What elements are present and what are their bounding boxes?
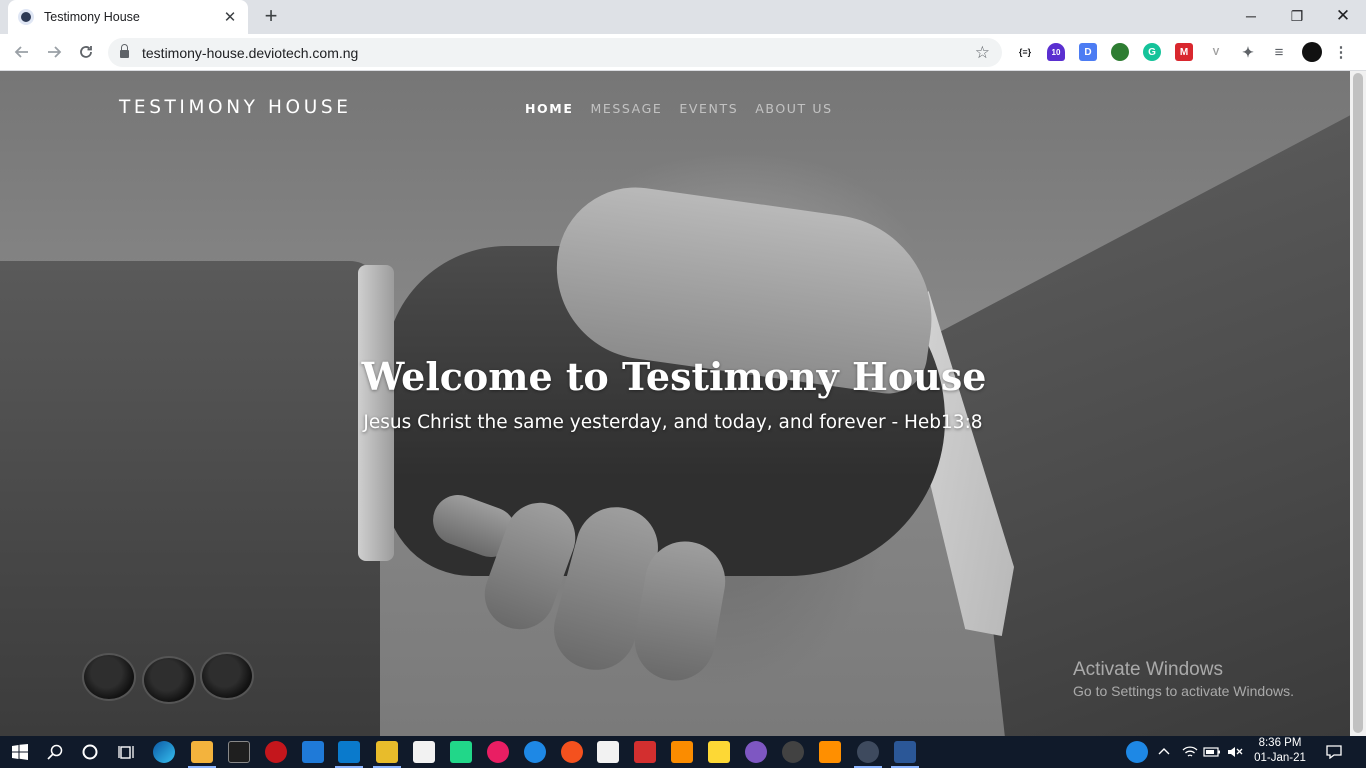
chrome-icon[interactable] xyxy=(857,741,879,763)
paint-app-icon[interactable] xyxy=(745,741,767,763)
hero-section: TESTIMONY HOUSE HOME MESSAGE EVENTS ABOU… xyxy=(0,71,1350,736)
tray-chevron-up-icon[interactable] xyxy=(1153,741,1175,763)
git-tool-icon[interactable] xyxy=(376,741,398,763)
tab-strip: Testimony House ✕ + ─ ❐ ✕ xyxy=(0,0,1366,34)
vscode-icon[interactable] xyxy=(338,741,360,763)
json-formatter-icon[interactable]: {≡} xyxy=(1014,43,1036,61)
menu-kebab-icon[interactable]: ⋮ xyxy=(1332,43,1350,61)
bookmark-star-icon[interactable]: ☆ xyxy=(975,43,990,63)
cortana-icon[interactable] xyxy=(79,741,101,763)
microsoft-store-icon[interactable] xyxy=(228,741,250,763)
nav-events[interactable]: EVENTS xyxy=(679,101,738,116)
teamviewer-icon[interactable] xyxy=(524,741,546,763)
handshake-image-sleeve-button xyxy=(142,656,196,704)
nav-home[interactable]: HOME xyxy=(525,101,573,116)
hero-subtitle: Jesus Christ the same yesterday, and tod… xyxy=(363,412,983,433)
activation-watermark-title: Activate Windows xyxy=(1073,659,1223,680)
mail-icon[interactable] xyxy=(302,741,324,763)
recorder-app-icon[interactable] xyxy=(561,741,583,763)
word-icon[interactable] xyxy=(894,741,916,763)
grammarly-icon[interactable]: G xyxy=(1143,43,1161,61)
scrollbar-thumb[interactable] xyxy=(1353,73,1363,733)
media-app-icon[interactable] xyxy=(265,741,287,763)
d-extension-icon[interactable]: D xyxy=(1079,43,1097,61)
task-view-icon[interactable] xyxy=(115,741,137,763)
notification-center-icon[interactable] xyxy=(1323,741,1345,763)
extensions-puzzle-icon[interactable]: ✦ xyxy=(1239,43,1257,61)
globe-extension-icon[interactable] xyxy=(1111,43,1129,61)
activation-watermark-text: Go to Settings to activate Windows. xyxy=(1073,683,1294,699)
reload-icon[interactable] xyxy=(72,38,100,66)
browser-toolbar: testimony-house.deviotech.com.ng ☆ {≡} 1… xyxy=(0,34,1366,71)
site-favicon-icon xyxy=(18,9,34,25)
clock-date[interactable]: 01-Jan-21 xyxy=(1252,752,1308,764)
new-tab-button[interactable]: + xyxy=(258,4,284,30)
mega-extension-icon[interactable]: M xyxy=(1175,43,1193,61)
minimize-button[interactable]: ─ xyxy=(1228,0,1274,32)
obs-icon[interactable] xyxy=(782,741,804,763)
site-logo[interactable]: TESTIMONY HOUSE xyxy=(119,97,351,118)
lock-icon[interactable] xyxy=(120,44,129,58)
help-tray-icon[interactable] xyxy=(1126,741,1148,763)
edge-browser-icon[interactable] xyxy=(153,741,175,763)
search-icon[interactable] xyxy=(44,741,66,763)
volume-muted-icon[interactable] xyxy=(1224,741,1246,763)
url-text[interactable]: testimony-house.deviotech.com.ng xyxy=(142,45,975,61)
tab-title: Testimony House xyxy=(44,10,140,24)
forward-arrow-icon[interactable] xyxy=(40,38,68,66)
nav-about-us[interactable]: ABOUT US xyxy=(755,101,832,116)
address-bar[interactable]: testimony-house.deviotech.com.ng ☆ xyxy=(108,38,1002,67)
battery-icon[interactable] xyxy=(1201,741,1223,763)
document-app-icon[interactable] xyxy=(413,741,435,763)
browser-tab[interactable]: Testimony House ✕ xyxy=(8,0,248,34)
restore-button[interactable]: ❐ xyxy=(1274,0,1320,32)
clock-time[interactable]: 8:36 PM xyxy=(1252,737,1308,749)
back-arrow-icon[interactable] xyxy=(8,38,36,66)
vlc-icon[interactable] xyxy=(819,741,841,763)
mega-app-icon[interactable] xyxy=(634,741,656,763)
media-queue-icon[interactable]: ≡ xyxy=(1270,43,1288,61)
wifi-icon[interactable] xyxy=(1179,741,1201,763)
video-player-icon[interactable] xyxy=(487,741,509,763)
handshake-image-sleeve-button xyxy=(200,652,254,700)
file-explorer-icon[interactable] xyxy=(191,741,213,763)
handshake-image-sleeve-button xyxy=(82,653,136,701)
xampp-icon[interactable] xyxy=(671,741,693,763)
site-navigation: HOME MESSAGE EVENTS ABOUT US xyxy=(525,101,833,116)
profile-avatar[interactable] xyxy=(1302,42,1322,62)
tab-close-icon[interactable]: ✕ xyxy=(222,8,238,26)
nav-message[interactable]: MESSAGE xyxy=(590,101,662,116)
page-scrollbar[interactable] xyxy=(1350,71,1366,736)
pycharm-icon[interactable] xyxy=(450,741,472,763)
close-window-button[interactable]: ✕ xyxy=(1320,0,1366,32)
sticky-notes-icon[interactable] xyxy=(708,741,730,763)
hero-title: Welcome to Testimony House xyxy=(361,354,987,399)
windows-start-icon[interactable] xyxy=(9,741,31,763)
windows-taskbar: 8:36 PM 01-Jan-21 xyxy=(0,736,1366,768)
classroom-badge-icon[interactable]: 10 xyxy=(1047,43,1065,61)
notes-app-icon[interactable] xyxy=(597,741,619,763)
v-extension-icon[interactable]: V xyxy=(1207,43,1225,61)
